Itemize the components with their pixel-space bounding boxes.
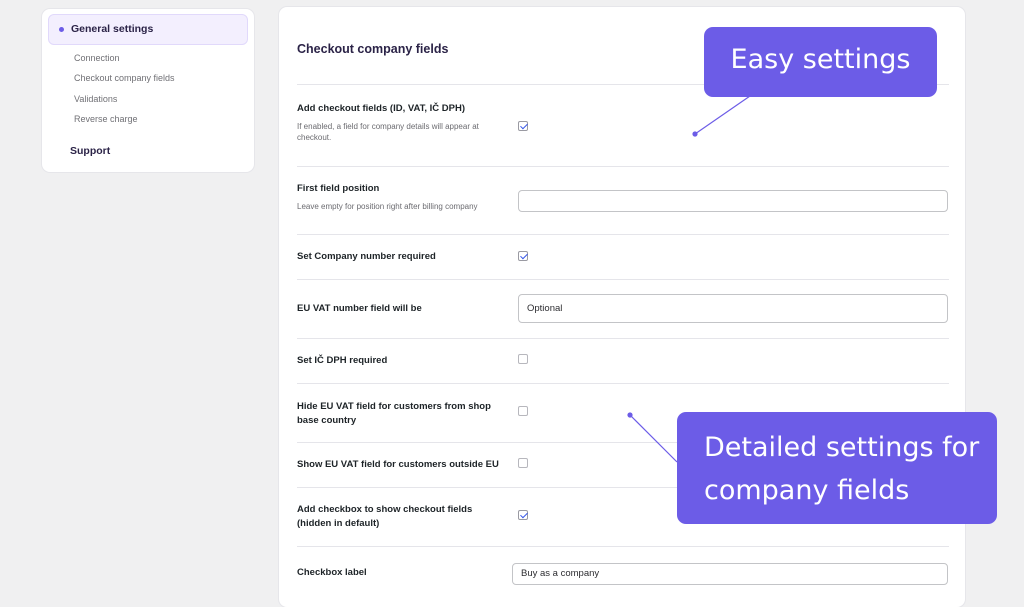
row-label-show-eu-vat-outside-eu: Show EU VAT field for customers outside …: [297, 459, 499, 470]
sidebar-item-general-settings[interactable]: General settings: [48, 14, 248, 45]
add-checkbox-show-fields-checkbox[interactable]: [518, 510, 528, 520]
sidebar-item-support[interactable]: Support: [70, 145, 110, 157]
sidebar-subitem-connection[interactable]: Connection: [74, 53, 120, 63]
sidebar-subitem-reverse-charge[interactable]: Reverse charge: [74, 114, 138, 124]
company-number-required-checkbox[interactable]: [518, 251, 528, 261]
row-label-eu-vat-field: EU VAT number field will be: [297, 303, 422, 314]
divider: [297, 279, 949, 280]
sidebar-item-label: General settings: [71, 23, 154, 35]
row-label-first-field-position: First field position: [297, 183, 380, 194]
hide-eu-vat-checkbox[interactable]: [518, 406, 528, 416]
row-label-ic-dph-required: Set IČ DPH required: [297, 355, 388, 366]
row-label-hide-eu-vat: Hide EU VAT field for customers from sho…: [297, 401, 491, 426]
row-description-add-checkout-fields: If enabled, a field for company details …: [297, 122, 479, 142]
first-field-position-input[interactable]: [518, 190, 948, 212]
show-eu-vat-outside-eu-checkbox[interactable]: [518, 458, 528, 468]
sidebar-subitem-checkout-company-fields[interactable]: Checkout company fields: [74, 73, 175, 83]
row-label-add-checkbox-show-fields: Add checkbox to show checkout fields (hi…: [297, 504, 473, 529]
callout-easy-settings: Easy settings: [704, 27, 937, 97]
divider: [297, 338, 949, 339]
divider: [297, 234, 949, 235]
divider: [297, 383, 949, 384]
divider: [297, 166, 949, 167]
settings-sidebar: General settings Connection Checkout com…: [42, 9, 254, 172]
callout-detailed-settings: Detailed settings for company fields: [677, 412, 997, 524]
row-label-company-number-required: Set Company number required: [297, 251, 436, 262]
row-label-checkbox-label: Checkbox label: [297, 567, 367, 578]
ic-dph-required-checkbox[interactable]: [518, 354, 528, 364]
callout-easy-settings-text: Easy settings: [730, 44, 911, 75]
callout-detailed-settings-text: Detailed settings for company fields: [704, 432, 980, 506]
page-title: Checkout company fields: [297, 42, 449, 56]
row-description-first-field-position: Leave empty for position right after bil…: [297, 202, 478, 211]
row-label-add-checkout-fields: Add checkout fields (ID, VAT, IČ DPH): [297, 103, 466, 114]
sidebar-subitem-validations[interactable]: Validations: [74, 94, 117, 104]
checkbox-label-input[interactable]: Buy as a company: [512, 563, 948, 585]
divider: [297, 546, 949, 547]
eu-vat-field-select[interactable]: Optional: [518, 294, 948, 323]
add-checkout-fields-checkbox[interactable]: [518, 121, 528, 131]
active-dot-icon: [59, 27, 64, 32]
